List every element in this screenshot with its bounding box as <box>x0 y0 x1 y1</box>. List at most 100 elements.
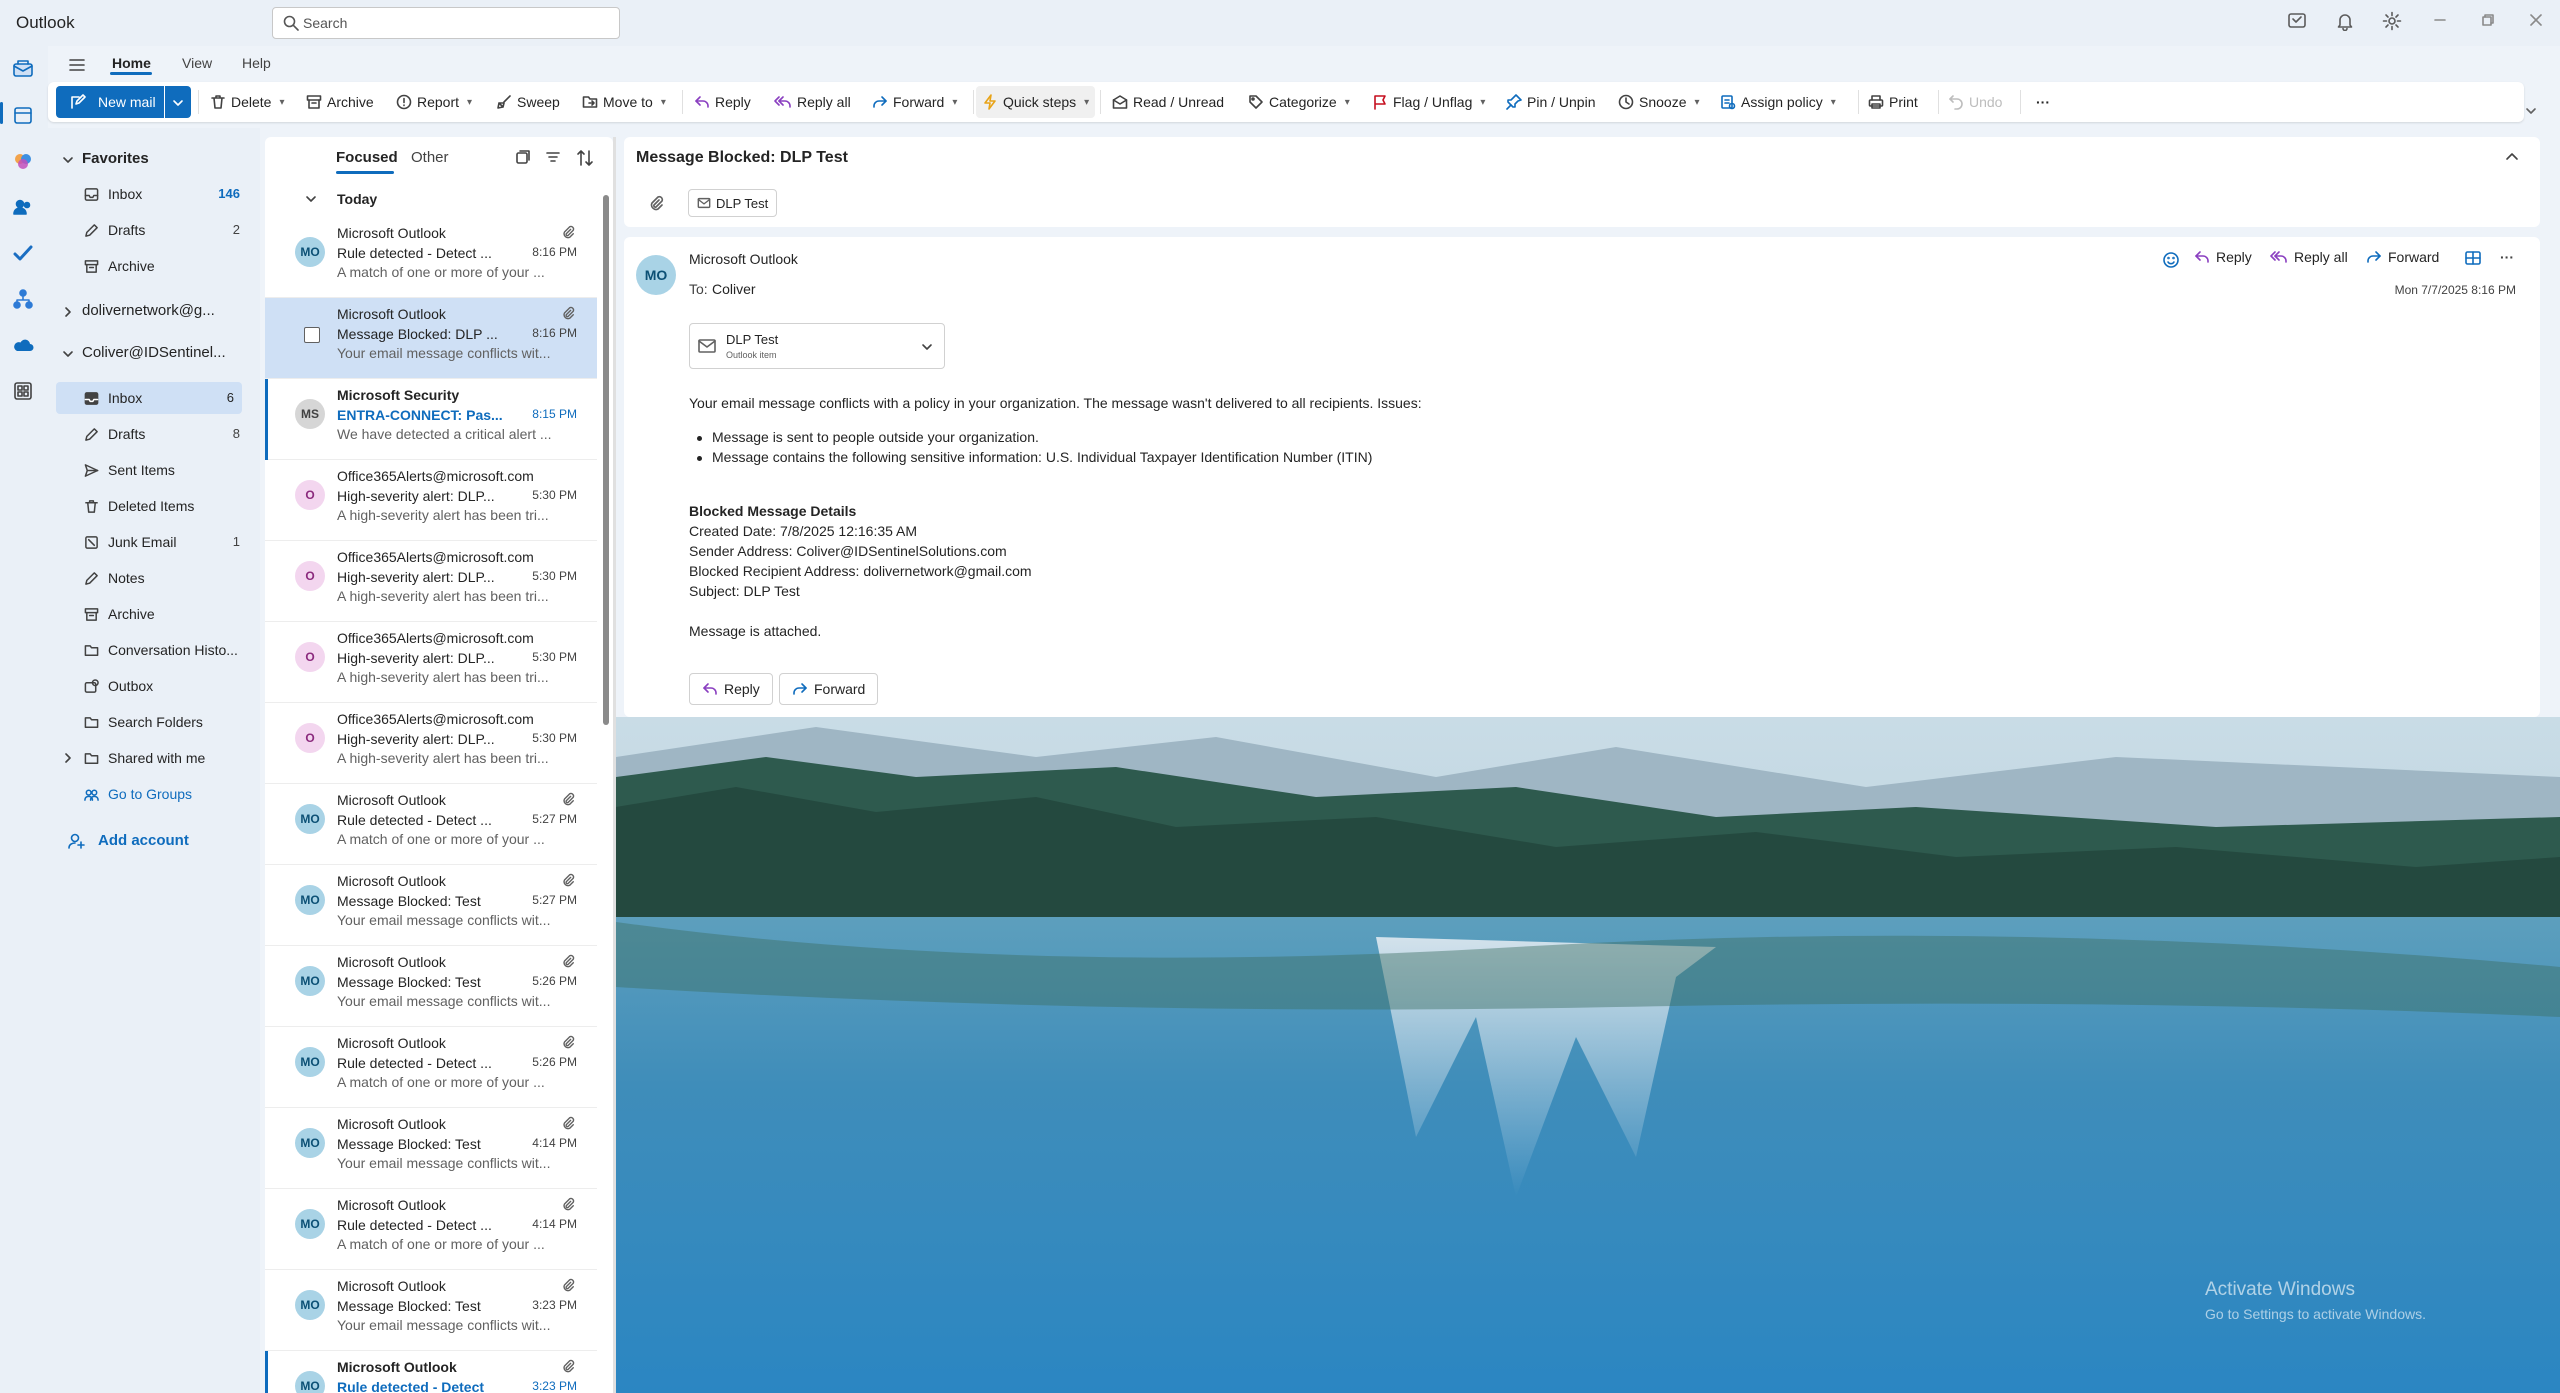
folder-search-folders[interactable]: Search Folders <box>48 706 248 738</box>
read-unread-button[interactable]: Read / Unread <box>1108 86 1228 118</box>
copilot-icon[interactable] <box>12 150 36 174</box>
chevron-up-icon[interactable] <box>2504 149 2520 165</box>
filter-icon[interactable] <box>545 149 561 165</box>
folder-outbox[interactable]: Outbox <box>48 670 248 702</box>
folder-junk-email[interactable]: Junk Email 1 <box>48 526 248 558</box>
reply-all-button[interactable]: Reply all <box>770 86 855 118</box>
message-list-item[interactable]: MO Microsoft Outlook Message Blocked: Test… <box>265 1108 597 1189</box>
message-list-item[interactable]: MO Microsoft Outlook Message Blocked: Test… <box>265 1270 597 1351</box>
message-list-item[interactable]: MO Microsoft Outlook Rule detected - Detec… <box>265 784 597 865</box>
pin-unpin-button[interactable]: Pin / Unpin <box>1502 86 1599 118</box>
quick-steps-button[interactable]: Quick steps ▾ <box>976 86 1096 118</box>
delete-button[interactable]: Delete ▾ <box>206 86 289 118</box>
flag-unflag-button[interactable]: Flag / Unflag ▾ <box>1368 86 1489 118</box>
folder-drafts[interactable]: Drafts 8 <box>48 418 248 450</box>
folder-archive[interactable]: Archive <box>48 598 248 630</box>
favorite-inbox[interactable]: Inbox 146 <box>48 178 248 210</box>
assign-policy-button[interactable]: Assign policy ▾ <box>1716 86 1840 118</box>
group-header-today[interactable]: Today <box>265 185 605 213</box>
bell-icon[interactable] <box>2335 11 2355 31</box>
scrollbar-thumb[interactable] <box>603 195 609 725</box>
org-explorer-icon[interactable] <box>12 288 36 312</box>
message-list-item[interactable]: Microsoft Outlook Message Blocked: DLP ..… <box>265 298 597 379</box>
forward-button[interactable]: Forward ▾ <box>868 86 961 118</box>
message-list-item[interactable]: O Office365Alerts@microsoft.com High-sever… <box>265 541 597 622</box>
onedrive-icon[interactable] <box>12 334 36 358</box>
reply-all-button[interactable]: Reply all <box>2270 249 2348 265</box>
sort-icon[interactable] <box>576 149 594 167</box>
forward-button[interactable]: Forward <box>2366 249 2439 265</box>
tab-other[interactable]: Other <box>411 149 449 166</box>
close-icon[interactable] <box>2528 12 2544 28</box>
add-account-button[interactable]: Add account <box>68 828 248 856</box>
attachment-chip[interactable]: DLP Test <box>688 189 778 217</box>
more-options-button[interactable]: ··· <box>2032 86 2054 118</box>
new-mail-button[interactable]: New mail <box>56 86 164 118</box>
favorite-archive[interactable]: Archive <box>48 250 248 282</box>
message-list-item[interactable]: O Office365Alerts@microsoft.com High-sever… <box>265 622 597 703</box>
chevron-down-icon: ▾ <box>1830 96 1836 108</box>
minimize-icon[interactable] <box>2432 12 2448 28</box>
print-button[interactable]: Print <box>1864 86 1922 118</box>
go-to-groups-link[interactable]: Go to Groups <box>48 778 248 810</box>
mail-icon[interactable] <box>12 58 36 82</box>
calendar-icon[interactable] <box>12 104 36 128</box>
account-coliver[interactable]: Coliver@IDSentinel... <box>48 338 258 368</box>
message-list-item[interactable]: MO Microsoft Outlook Rule detected - Detec… <box>265 1027 597 1108</box>
reply-button[interactable]: Reply <box>2194 249 2252 265</box>
sender-name[interactable]: Microsoft Outlook <box>689 251 798 267</box>
attachment-card[interactable]: DLP Test Outlook item <box>689 323 945 369</box>
immersive-reader-icon[interactable] <box>2464 249 2482 267</box>
favorite-drafts[interactable]: Drafts 2 <box>48 214 248 246</box>
search-input[interactable] <box>303 8 603 38</box>
hamburger-menu-icon[interactable] <box>68 56 86 74</box>
archive-button[interactable]: Archive <box>302 86 378 118</box>
body-reply-button[interactable]: Reply <box>689 673 773 705</box>
sweep-button[interactable]: Sweep <box>492 86 564 118</box>
restore-icon[interactable] <box>2480 12 2496 28</box>
folder-sent-items[interactable]: Sent Items <box>48 454 248 486</box>
more-actions-icon[interactable]: ··· <box>2500 249 2514 265</box>
apps-icon[interactable] <box>12 380 36 404</box>
tab-help[interactable]: Help <box>242 55 271 71</box>
message-list-item[interactable]: MO Microsoft Outlook Rule detected - Detec… <box>265 1351 597 1393</box>
select-mode-icon[interactable] <box>515 149 531 165</box>
body-forward-button[interactable]: Forward <box>779 673 879 705</box>
people-icon[interactable] <box>12 196 36 220</box>
message-list-item[interactable]: O Office365Alerts@microsoft.com High-sever… <box>265 703 597 784</box>
message-list-scrollbar[interactable] <box>603 185 609 1385</box>
tab-focused[interactable]: Focused <box>336 149 398 166</box>
recipient-name[interactable]: Coliver <box>712 281 756 297</box>
emoji-reaction-icon[interactable] <box>2162 251 2180 269</box>
categorize-button[interactable]: Categorize ▾ <box>1244 86 1354 118</box>
message-list-item[interactable]: O Office365Alerts@microsoft.com High-sever… <box>265 460 597 541</box>
message-list-item[interactable]: MS Microsoft Security ENTRA-CONNECT: Pas..… <box>265 379 597 460</box>
select-checkbox[interactable] <box>304 327 320 343</box>
ribbon-expand-icon[interactable] <box>2524 104 2538 118</box>
account-dolivernetwork[interactable]: dolivernetwork@g... <box>48 296 258 326</box>
reply-button[interactable]: Reply <box>690 86 755 118</box>
favorites-header[interactable]: Favorites <box>48 144 258 174</box>
chevron-down-icon[interactable] <box>920 340 934 354</box>
folder-shared-with-me[interactable]: Shared with me <box>48 742 248 774</box>
search-box[interactable] <box>272 7 620 39</box>
folder-deleted-items[interactable]: Deleted Items <box>48 490 248 522</box>
gear-icon[interactable] <box>2382 11 2402 31</box>
undo-button[interactable]: Undo <box>1944 86 2006 118</box>
folder-conversation-history[interactable]: Conversation Histo... <box>48 634 248 666</box>
paperclip-icon <box>561 225 575 239</box>
message-list-item[interactable]: MO Microsoft Outlook Message Blocked: Test… <box>265 946 597 1027</box>
snooze-button[interactable]: Snooze ▾ <box>1614 86 1704 118</box>
new-mail-dropdown[interactable] <box>165 86 191 118</box>
report-button[interactable]: Report ▾ <box>392 86 476 118</box>
todo-icon[interactable] <box>12 242 36 266</box>
move-to-button[interactable]: Move to ▾ <box>578 86 670 118</box>
message-list-item[interactable]: MO Microsoft Outlook Message Blocked: Test… <box>265 865 597 946</box>
my-day-icon[interactable] <box>2287 11 2307 31</box>
tab-home[interactable]: Home <box>112 55 151 71</box>
tab-view[interactable]: View <box>182 55 212 71</box>
folder-notes[interactable]: Notes <box>48 562 248 594</box>
message-list-item[interactable]: MO Microsoft Outlook Rule detected - Detec… <box>265 1189 597 1270</box>
folder-inbox[interactable]: Inbox 6 <box>56 382 242 414</box>
message-list-item[interactable]: MO Microsoft Outlook Rule detected - Detec… <box>265 217 597 298</box>
